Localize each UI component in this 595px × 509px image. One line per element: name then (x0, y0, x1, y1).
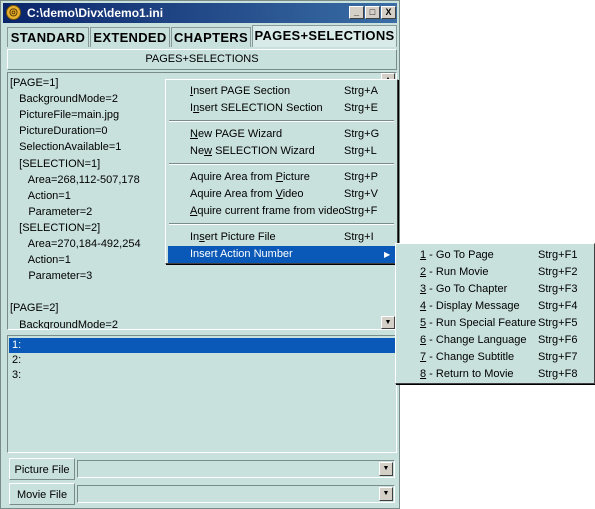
menu-separator (169, 223, 394, 225)
window-title: C:\demo\Divx\demo1.ini (27, 6, 164, 20)
editor-line: Area=268,112-507,178 (10, 173, 140, 186)
action-list[interactable]: 1: 2: 3: (7, 335, 397, 453)
submenu-item-shortcut: Strg+F8 (538, 368, 578, 380)
submenu-item-shortcut: Strg+F2 (538, 266, 578, 278)
submenu-item-label: 3 - Go To Chapter (420, 283, 508, 295)
tab-standard[interactable]: STANDARD (7, 27, 89, 47)
context-menu: Insert PAGE Section Strg+A Insert SELECTIO… (165, 79, 398, 264)
editor-line: PictureDuration=0 (10, 125, 108, 138)
menu-item[interactable]: Aquire current frame from video Strg+F (168, 203, 395, 220)
menu-item-shortcut: Strg+P (344, 171, 378, 183)
editor-line: [PAGE=2] (10, 302, 59, 315)
menu-item[interactable]: Insert Action Number ▶ (168, 246, 395, 263)
action-number-submenu: 1 - Go To Page Strg+F1 2 - Run Movie Strg+F… (395, 243, 595, 384)
picture-file-label: Picture File (9, 458, 75, 480)
menu-item[interactable]: New PAGE Wizard Strg+G (168, 126, 395, 143)
scroll-down-icon[interactable]: ▼ (381, 316, 395, 329)
tab-strip: STANDARD EXTENDED CHAPTERS PAGES+SELECTI… (5, 25, 397, 47)
chevron-down-icon[interactable]: ▼ (379, 462, 393, 476)
tab-chapters[interactable]: CHAPTERS (171, 27, 251, 47)
submenu-item-label: 8 - Return to Movie (420, 368, 514, 380)
menu-item-shortcut: Strg+L (344, 145, 377, 157)
editor-line: SelectionAvailable=1 (10, 141, 122, 154)
menu-item-label: Insert SELECTION Section (190, 102, 323, 114)
movie-file-row: Movie File ▼ (7, 483, 397, 505)
submenu-item-shortcut: Strg+F7 (538, 351, 578, 363)
minimize-button[interactable]: _ (349, 6, 364, 19)
menu-separator (169, 163, 394, 165)
menu-item-label: New PAGE Wizard (190, 128, 283, 140)
submenu-item[interactable]: 1 - Go To Page Strg+F1 (398, 247, 592, 264)
menu-item-label: Insert Picture File (190, 231, 276, 243)
editor-line: [SELECTION=2] (10, 221, 101, 234)
app-icon[interactable]: ◎ (6, 5, 21, 20)
submenu-item[interactable]: 6 - Change Language Strg+F6 (398, 332, 592, 349)
list-item[interactable]: 1: (9, 338, 395, 353)
submenu-item[interactable]: 3 - Go To Chapter Strg+F3 (398, 281, 592, 298)
close-button[interactable]: X (381, 6, 396, 19)
editor-line: BackgroundMode=2 (10, 93, 118, 106)
menu-item-shortcut: Strg+V (344, 188, 378, 200)
picture-file-row: Picture File ▼ (7, 458, 397, 480)
editor-line: Area=270,184-492,254 (10, 238, 141, 250)
submenu-item-label: 6 - Change Language (420, 334, 527, 346)
section-header: PAGES+SELECTIONS (7, 49, 397, 70)
submenu-item-label: 7 - Change Subtitle (420, 351, 515, 363)
editor-line: BackgroundMode=2 (10, 318, 118, 330)
tab-pages-selections[interactable]: PAGES+SELECTIONS (252, 25, 397, 47)
menu-item[interactable]: Aquire Area from Picture Strg+P (168, 169, 395, 186)
menu-separator (169, 120, 394, 122)
menu-item-shortcut: Strg+I (344, 231, 374, 243)
menu-item-shortcut: Strg+E (344, 102, 378, 114)
movie-file-label: Movie File (9, 483, 75, 505)
editor-line: [SELECTION=1] (10, 157, 101, 170)
maximize-button[interactable]: □ (365, 6, 380, 19)
menu-item-shortcut: Strg+A (344, 85, 378, 97)
menu-item[interactable]: New SELECTION Wizard Strg+L (168, 143, 395, 160)
submenu-item-shortcut: Strg+F5 (538, 317, 578, 329)
movie-file-combo[interactable]: ▼ (77, 485, 395, 503)
menu-item-shortcut: Strg+G (344, 128, 380, 140)
submenu-item-label: 1 - Go To Page (420, 249, 494, 261)
editor-line: Action=1 (10, 189, 71, 202)
menu-item-label: Insert Action Number (190, 248, 293, 260)
submenu-item[interactable]: 2 - Run Movie Strg+F2 (398, 264, 592, 281)
menu-item-label: Aquire Area from Picture (190, 171, 310, 183)
chevron-down-icon[interactable]: ▼ (379, 487, 393, 501)
menu-item[interactable]: Insert PAGE Section Strg+A (168, 83, 395, 100)
menu-item-label: Insert PAGE Section (190, 85, 291, 97)
menu-item[interactable]: Insert SELECTION Section Strg+E (168, 100, 395, 117)
submenu-item-label: 5 - Run Special Feature (420, 317, 537, 329)
picture-file-combo[interactable]: ▼ (77, 460, 395, 478)
list-item[interactable]: 3: (9, 368, 395, 383)
submenu-item-label: 2 - Run Movie (420, 266, 489, 278)
submenu-item[interactable]: 7 - Change Subtitle Strg+F7 (398, 349, 592, 366)
submenu-arrow-icon: ▶ (384, 250, 391, 259)
submenu-item-label: 4 - Display Message (420, 300, 520, 312)
editor-line: Action=1 (10, 254, 71, 267)
editor-line: Parameter=3 (10, 270, 93, 283)
menu-item-shortcut: Strg+F (344, 205, 378, 217)
title-bar[interactable]: ◎ C:\demo\Divx\demo1.ini _ □ X (3, 3, 397, 23)
editor-line: [PAGE=1] (10, 77, 59, 89)
menu-item[interactable]: Insert Picture File Strg+I (168, 229, 395, 246)
submenu-item-shortcut: Strg+F4 (538, 300, 578, 312)
submenu-item-shortcut: Strg+F6 (538, 334, 578, 346)
editor-line: Parameter=2 (10, 205, 93, 218)
submenu-item[interactable]: 4 - Display Message Strg+F4 (398, 298, 592, 315)
submenu-item-shortcut: Strg+F1 (538, 249, 578, 261)
menu-item[interactable]: Aquire Area from Video Strg+V (168, 186, 395, 203)
menu-item-label: New SELECTION Wizard (190, 145, 315, 157)
menu-item-label: Aquire Area from Video (190, 188, 304, 200)
editor-line: PictureFile=main.jpg (10, 109, 120, 122)
tab-extended[interactable]: EXTENDED (90, 27, 170, 47)
menu-item-label: Aquire current frame from video (190, 205, 345, 217)
submenu-item-shortcut: Strg+F3 (538, 283, 578, 295)
list-item[interactable]: 2: (9, 353, 395, 368)
submenu-item[interactable]: 8 - Return to Movie Strg+F8 (398, 366, 592, 383)
submenu-item[interactable]: 5 - Run Special Feature Strg+F5 (398, 315, 592, 332)
